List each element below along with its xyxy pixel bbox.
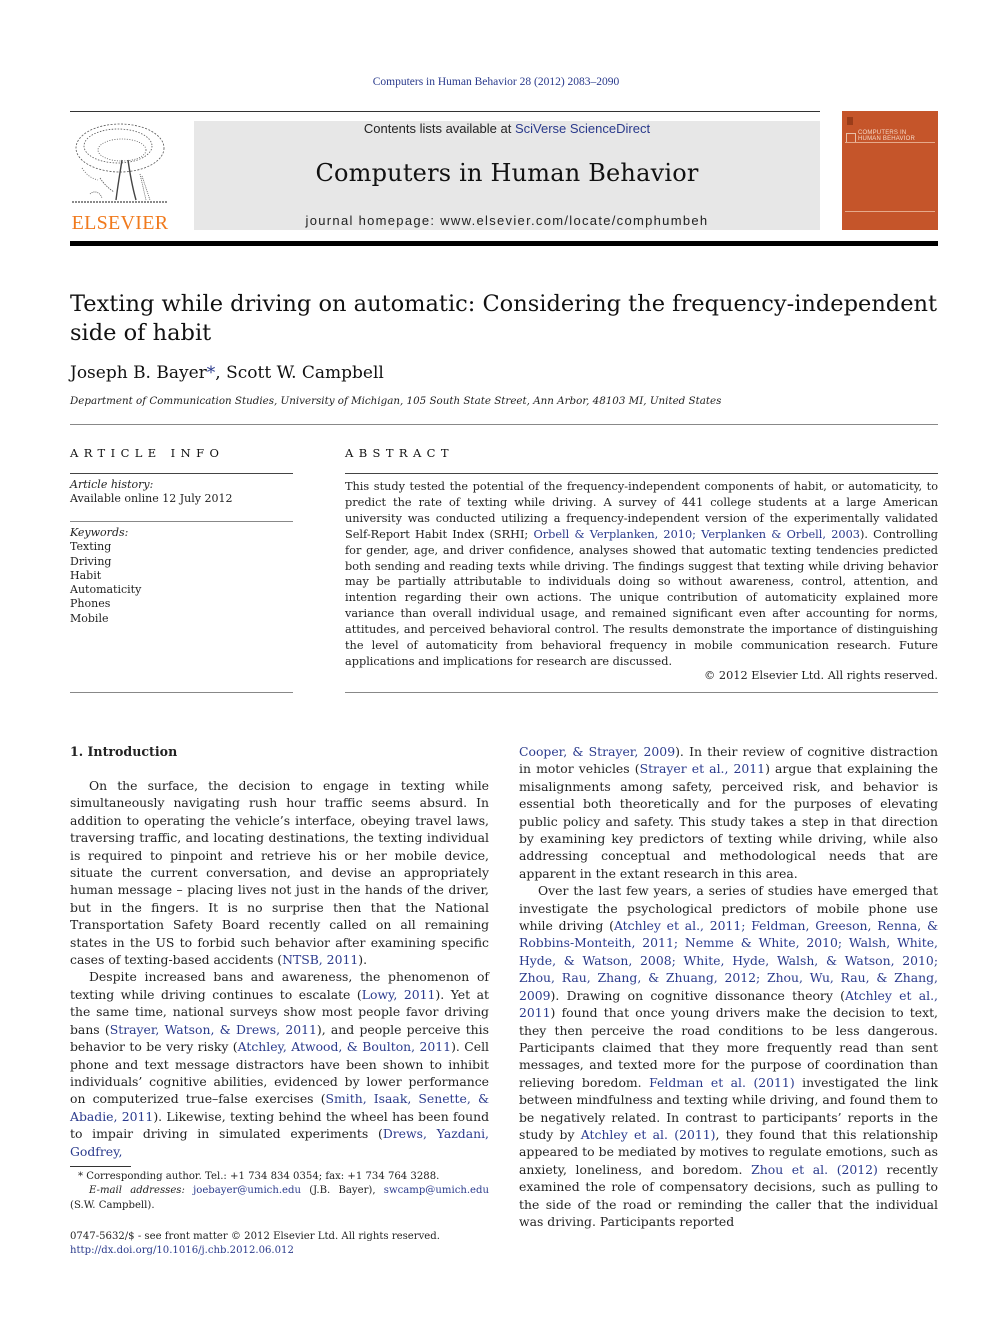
keyword: Mobile [70, 611, 109, 625]
affiliation: Department of Communication Studies, Uni… [70, 395, 722, 407]
abstract-copyright: © 2012 Elsevier Ltd. All rights reserved… [704, 669, 938, 682]
history-label: Article history: [70, 478, 154, 491]
abstract-text-b: ). Controlling for gender, age, and driv… [345, 527, 938, 668]
email-link[interactable]: swcamp@umich.edu [384, 1185, 489, 1196]
divider [70, 473, 293, 474]
citation-link[interactable]: Atchley, Atwood, & Boulton, 2011 [238, 1039, 451, 1054]
email-note: E-mail addresses: joebayer@umich.edu (J.… [70, 1184, 489, 1213]
journal-banner: Contents lists available at SciVerse Sci… [194, 121, 820, 230]
body-column-left: On the surface, the decision to engage i… [70, 777, 489, 1160]
paragraph: Despite increased bans and awareness, th… [70, 968, 489, 1159]
section-heading-introduction: 1. Introduction [70, 744, 178, 759]
citation-link[interactable]: Zhou et al. (2012) [751, 1162, 878, 1177]
citation-link[interactable]: Strayer et al., 2011 [640, 761, 765, 776]
journal-cover-thumbnail[interactable]: COMPUTERS IN HUMAN BEHAVIOR [842, 111, 938, 230]
elsevier-wordmark: ELSEVIER [71, 212, 169, 234]
paragraph-text: ). Drawing on cognitive dissonance theor… [550, 987, 845, 1003]
divider [70, 521, 293, 522]
header-rule [70, 111, 820, 112]
cover-title: COMPUTERS IN HUMAN BEHAVIOR [858, 130, 915, 142]
cover-divider [845, 211, 935, 212]
citation-link[interactable]: Strayer, Watson, & Drews, 2011 [110, 1022, 317, 1037]
journal-homepage[interactable]: journal homepage: www.elsevier.com/locat… [194, 213, 820, 228]
email-link[interactable]: joebayer@umich.edu [193, 1185, 301, 1196]
divider [70, 424, 938, 425]
sciencedirect-link[interactable]: SciVerse ScienceDirect [515, 121, 650, 136]
corresponding-author-note: * Corresponding author. Tel.: +1 734 834… [70, 1170, 489, 1184]
author-separator: , [215, 363, 227, 383]
footnote-rule [70, 1166, 131, 1167]
citation-link[interactable]: Orbell & Verplanken, 2010; Verplanken & … [533, 528, 860, 541]
keyword: Driving [70, 554, 112, 568]
citation-link[interactable]: Atchley et al. (2011) [581, 1127, 716, 1142]
email-owner: (J.B. Bayer), [300, 1185, 384, 1197]
paragraph-text: ) argue that explaining the misalignment… [519, 761, 938, 881]
abstract-heading: ABSTRACT [345, 446, 454, 460]
author-list: Joseph B. Bayer*, Scott W. Campbell [70, 363, 384, 383]
journal-title: Computers in Human Behavior [315, 159, 699, 187]
email-owner: (S.W. Campbell). [70, 1199, 155, 1211]
issn-line: 0747-5632/$ - see front matter © 2012 El… [70, 1231, 440, 1242]
article-info-heading: ARTICLE INFO [70, 446, 225, 460]
tree-icon [72, 123, 168, 203]
citation-link[interactable]: Feldman et al. (2011) [649, 1075, 795, 1090]
author-name[interactable]: Scott W. Campbell [226, 363, 384, 383]
doi-link[interactable]: http://dx.doi.org/10.1016/j.chb.2012.06.… [70, 1245, 294, 1256]
keyword: Automaticity [70, 583, 142, 597]
cover-emblem-icon [847, 117, 853, 125]
running-head[interactable]: Computers in Human Behavior 28 (2012) 20… [0, 76, 992, 88]
author-name[interactable]: Joseph B. Bayer [70, 363, 207, 383]
divider [70, 692, 293, 693]
paragraph-text: On the surface, the decision to engage i… [70, 778, 489, 968]
keyword: Phones [70, 597, 111, 611]
keywords-block: Keywords: Texting Driving Habit Automati… [70, 526, 293, 626]
paragraph: Over the last few years, a series of stu… [519, 882, 938, 1230]
paragraph-text: ). [358, 952, 368, 968]
keywords-label: Keywords: [70, 526, 129, 539]
citation-link[interactable]: NTSB, 2011 [282, 952, 358, 967]
history-value: Available online 12 July 2012 [70, 492, 233, 506]
footnote: * Corresponding author. Tel.: +1 734 834… [70, 1170, 489, 1213]
citation-link[interactable]: Cooper, & Strayer, 2009 [519, 744, 675, 759]
corresponding-text: Corresponding author. Tel.: +1 734 834 0… [83, 1171, 440, 1182]
header-thick-rule [70, 241, 938, 246]
email-label: E-mail addresses: [89, 1185, 185, 1197]
article-history: Article history: Available online 12 Jul… [70, 478, 293, 507]
contents-prefix: Contents lists available at [363, 121, 515, 136]
body-column-right: Cooper, & Strayer, 2009). In their revie… [519, 743, 938, 1230]
paragraph: Cooper, & Strayer, 2009). In their revie… [519, 743, 938, 882]
citation-link[interactable]: Lowy, 2011 [362, 987, 436, 1002]
keyword: Habit [70, 568, 102, 582]
contents-line: Contents lists available at SciVerse Sci… [194, 121, 820, 136]
elsevier-logo: ELSEVIER [70, 118, 170, 234]
abstract-text: This study tested the potential of the f… [345, 479, 938, 670]
article-title: Texting while driving on automatic: Cons… [70, 291, 938, 346]
paragraph: On the surface, the decision to engage i… [70, 777, 489, 968]
front-matter: 0747-5632/$ - see front matter © 2012 El… [70, 1230, 440, 1259]
divider [345, 473, 938, 474]
divider [345, 692, 938, 693]
keyword: Texting [70, 540, 112, 554]
cover-divider [845, 142, 935, 143]
